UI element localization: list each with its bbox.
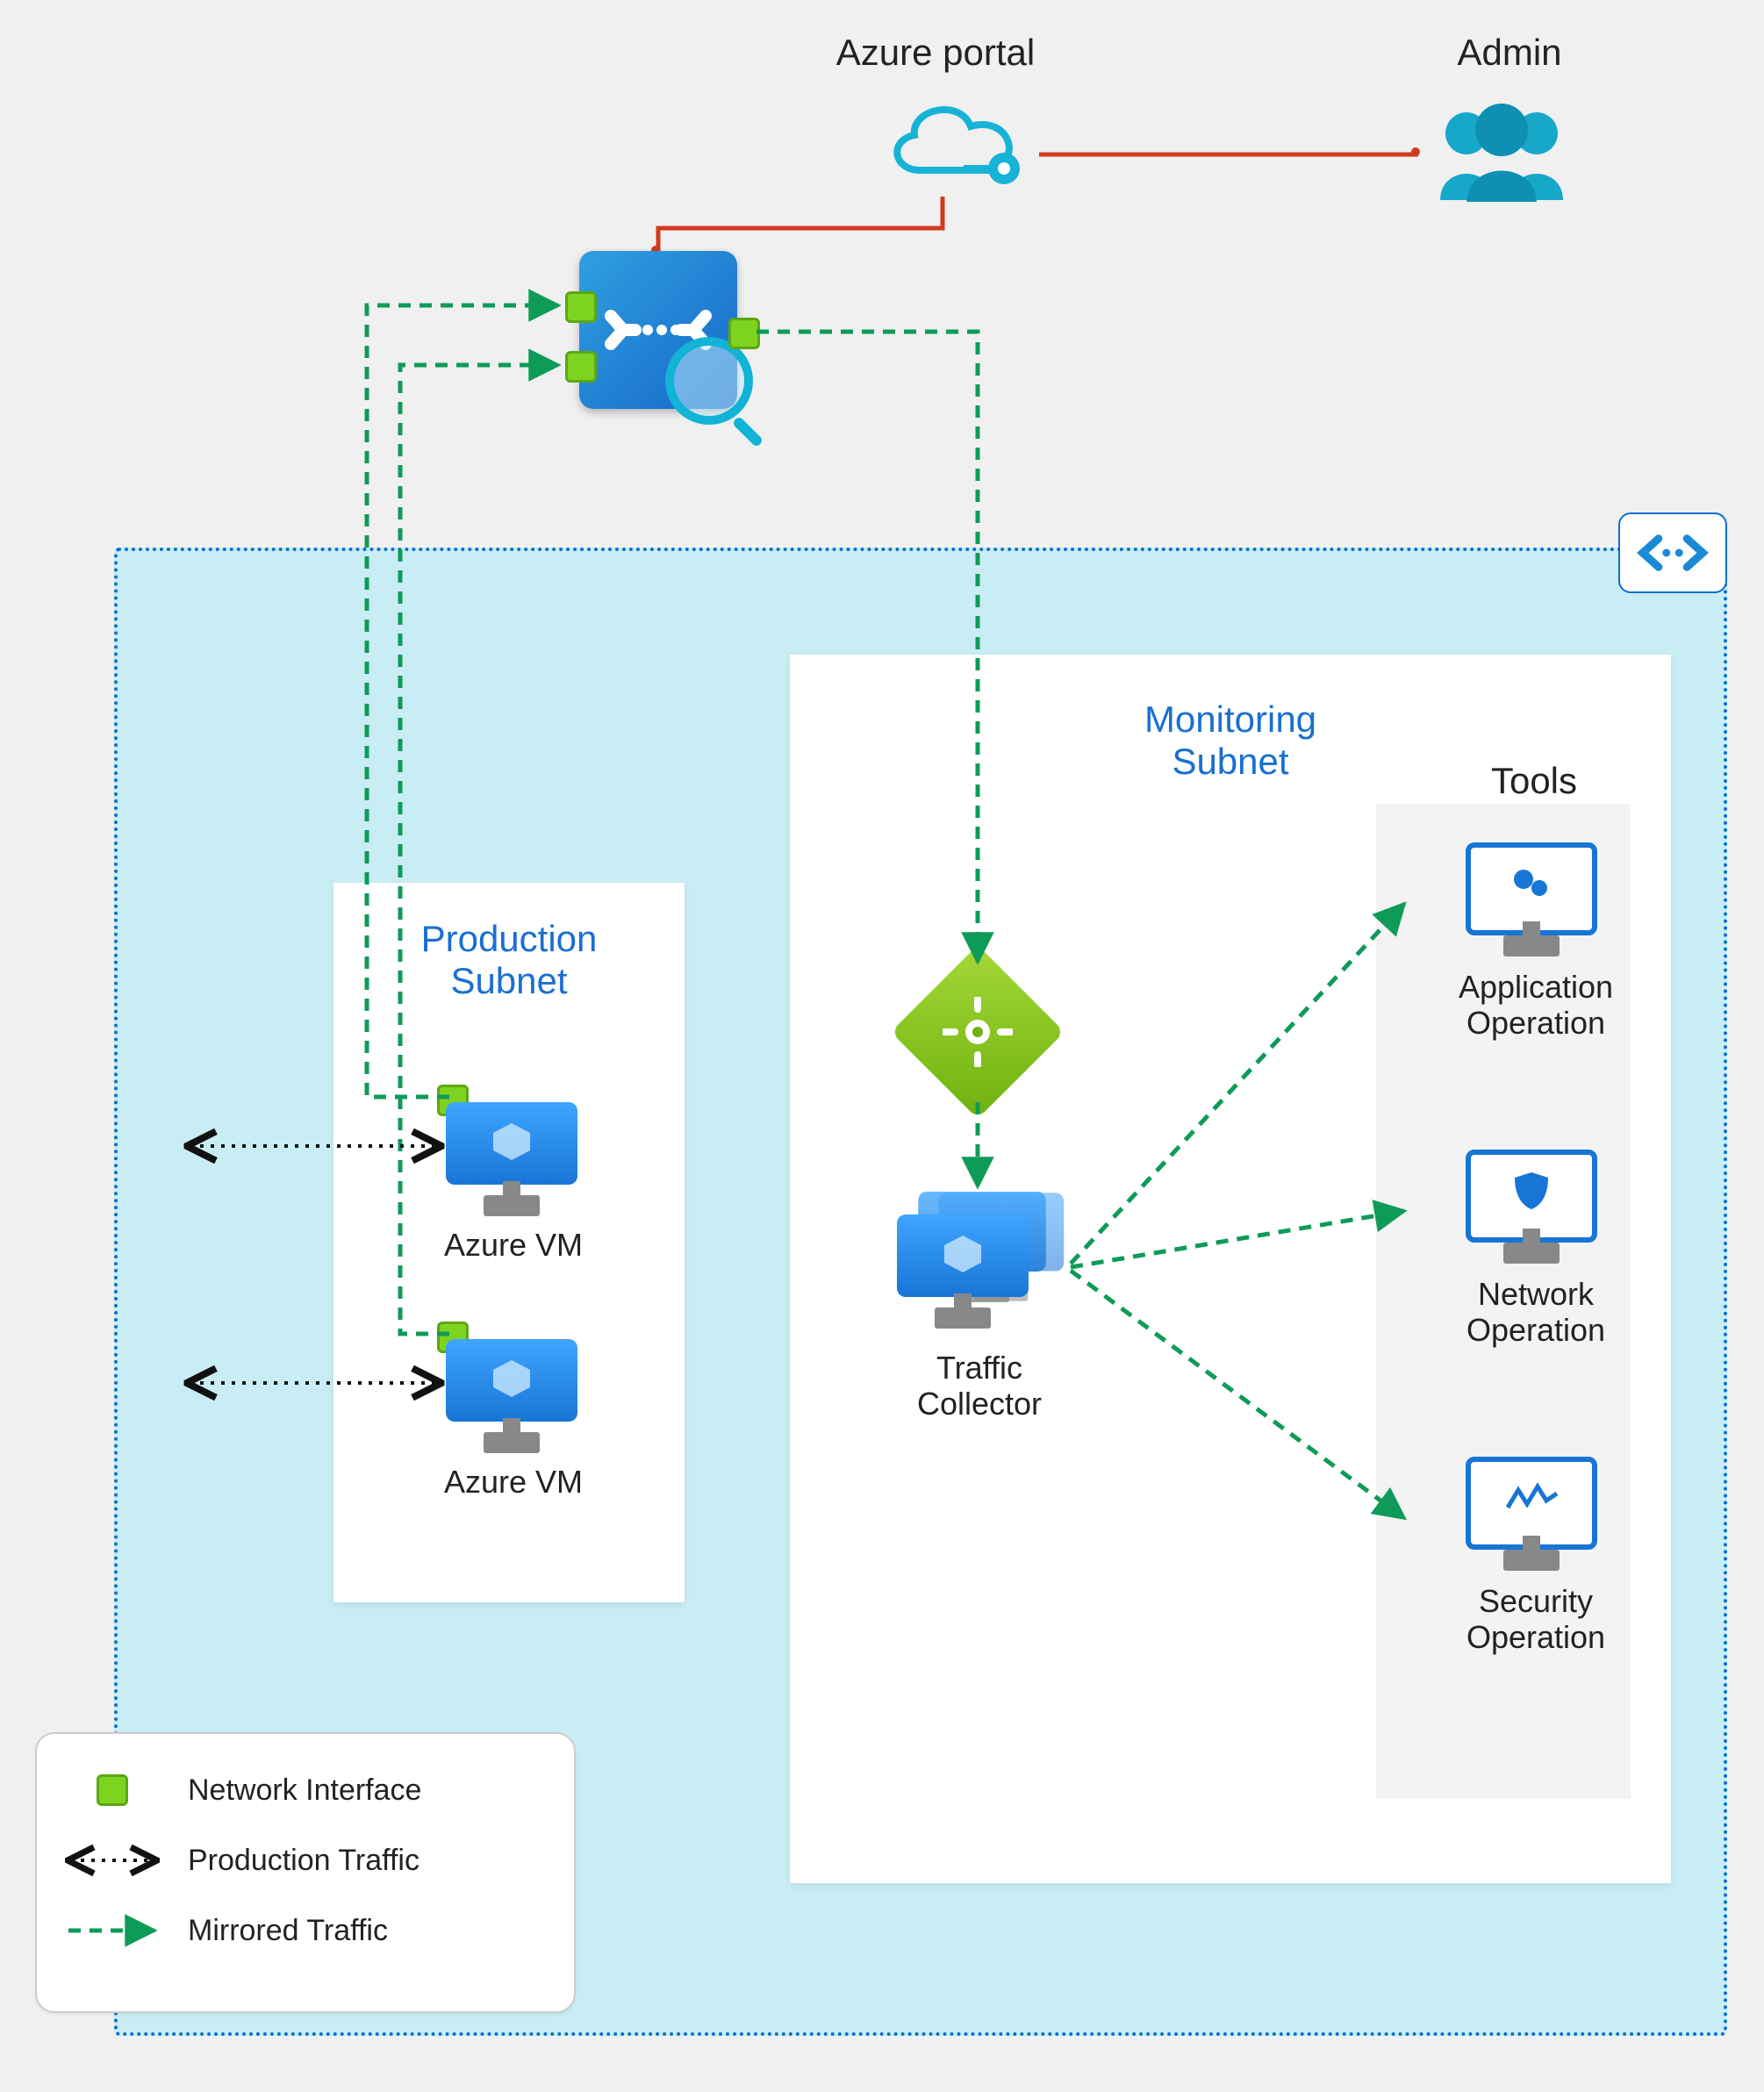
tool-application-label: Application Operation [1404, 969, 1667, 1042]
architecture-diagram: Azure portal Admin [0, 0, 1764, 2092]
legend-mirror-row: Mirrored Traffic [60, 1895, 551, 1966]
tool-security-label: Security Operation [1404, 1583, 1667, 1656]
nic-square-icon [565, 351, 597, 383]
nic-square-icon [728, 318, 760, 349]
production-subnet-title: Production Subnet [333, 883, 685, 1002]
tool-security-icon [1466, 1457, 1597, 1571]
azure-cloud-icon [876, 91, 1034, 197]
admin-users-icon [1427, 97, 1576, 202]
network-tap-icon [579, 251, 737, 409]
load-balancer-icon [916, 971, 1039, 1093]
nic-square-icon [565, 291, 597, 323]
legend-nic-label: Network Interface [188, 1773, 421, 1808]
legend-panel: Network Interface Production Traffic [35, 1732, 576, 2013]
legend-prod-row: Production Traffic [60, 1825, 551, 1895]
azure-vm-icon [446, 1102, 577, 1216]
tool-application-icon [1466, 842, 1597, 956]
admin-label: Admin [1422, 32, 1597, 74]
tool-network-label: Network Operation [1404, 1276, 1667, 1349]
tools-title: Tools [1420, 760, 1648, 802]
magnifier-icon [665, 337, 753, 425]
azure-vm-label-2: Azure VM [404, 1464, 623, 1500]
traffic-collector-icon [897, 1190, 1072, 1339]
production-traffic-glyph [60, 1843, 165, 1878]
tool-network-icon [1466, 1150, 1597, 1264]
vnet-angle-icon [1618, 512, 1727, 593]
legend-mirror-label: Mirrored Traffic [188, 1914, 388, 1948]
nic-square-icon [97, 1774, 128, 1806]
azure-vm-label-1: Azure VM [404, 1227, 623, 1263]
azure-vm-icon [446, 1339, 577, 1453]
mirrored-traffic-glyph [60, 1913, 165, 1948]
legend-nic-row: Network Interface [60, 1755, 551, 1825]
azure-portal-label: Azure portal [804, 32, 1067, 74]
legend-prod-label: Production Traffic [188, 1844, 419, 1878]
connector-dot [1411, 147, 1420, 156]
traffic-collector-label: Traffic Collector [848, 1350, 1111, 1422]
